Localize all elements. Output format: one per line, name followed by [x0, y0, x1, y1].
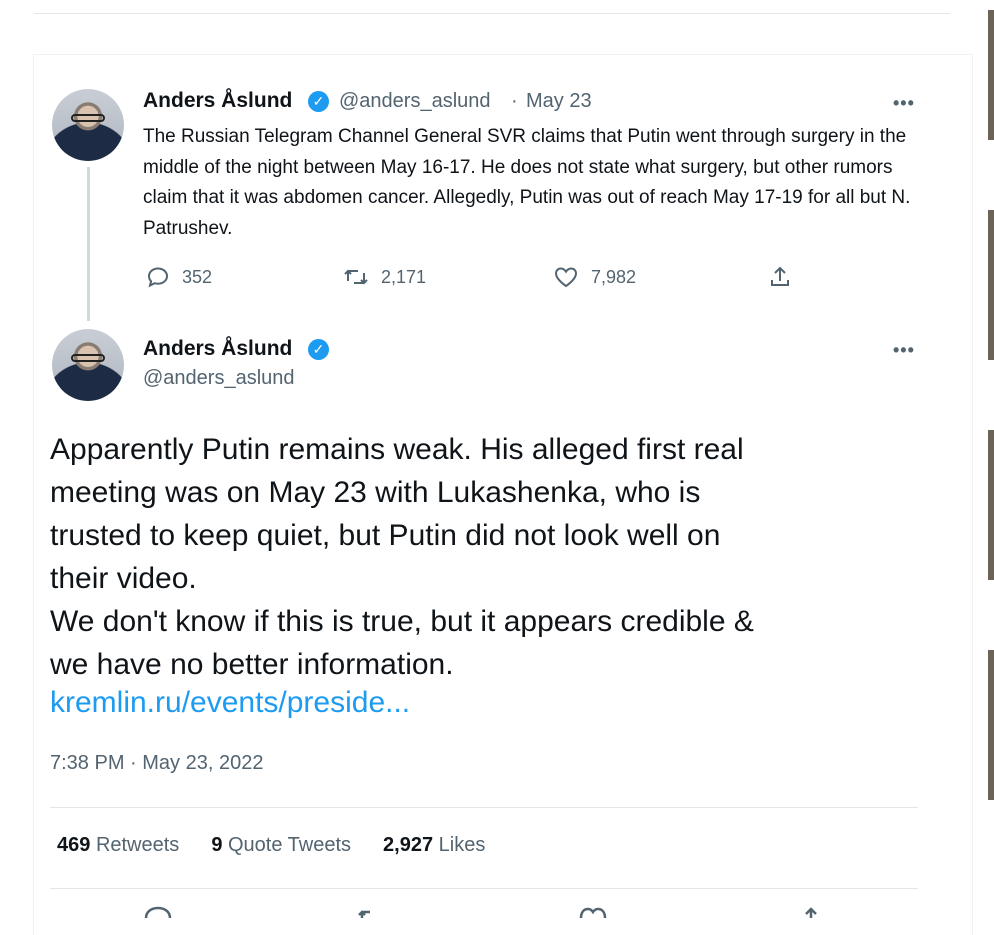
share-icon[interactable] — [798, 906, 824, 918]
top-divider — [34, 13, 950, 14]
quote-tweets-stat[interactable]: 9 Quote Tweets — [211, 834, 351, 857]
avatar[interactable] — [52, 329, 124, 401]
side-thumbnail[interactable] — [988, 10, 994, 140]
reply-button[interactable]: 352 — [146, 264, 212, 290]
more-options-icon[interactable]: ••• — [893, 340, 915, 361]
tweet-timestamp[interactable]: 7:38 PM · May 23, 2022 — [50, 752, 263, 775]
tweet-text-line: We don't know if this is true, but it ap… — [50, 605, 754, 638]
like-button[interactable]: 7,982 — [553, 264, 636, 290]
reply-count: 352 — [182, 266, 213, 287]
divider — [50, 888, 918, 889]
side-thumbnail[interactable] — [988, 210, 994, 360]
more-options-icon[interactable]: ••• — [893, 93, 915, 114]
tweet-text-line: their video. — [50, 562, 197, 595]
tweet-text-line: we have no better information. — [50, 648, 454, 681]
side-thumbnail[interactable] — [988, 650, 994, 800]
share-button[interactable] — [768, 264, 792, 290]
meta-separator: · — [511, 90, 518, 112]
author-name[interactable]: Anders Åslund — [143, 89, 292, 113]
verified-badge-icon: ✓ — [308, 91, 329, 112]
tweet-text: Apparently Putin remains weak. His alleg… — [50, 428, 930, 686]
heart-icon — [553, 265, 579, 289]
author-name[interactable]: Anders Åslund — [143, 337, 292, 361]
like-count: 7,982 — [591, 266, 637, 287]
retweets-stat[interactable]: 469 Retweets — [57, 834, 179, 857]
reply-icon[interactable] — [143, 906, 173, 918]
retweet-icon — [343, 265, 369, 289]
author-handle[interactable]: @anders_aslund — [339, 90, 491, 113]
heart-icon[interactable] — [578, 906, 608, 918]
retweet-count: 2,171 — [381, 266, 427, 287]
tweet-stats: 469 Retweets 9 Quote Tweets 2,927 Likes — [57, 834, 485, 857]
tweet-text-line: trusted to keep quiet, but Putin did not… — [50, 519, 721, 552]
reply-icon — [146, 265, 170, 289]
likes-stat[interactable]: 2,927 Likes — [383, 834, 485, 857]
quoted-tweet-text: The Russian Telegram Channel General SVR… — [143, 126, 911, 239]
thread-line — [87, 167, 90, 321]
tweet-date[interactable]: May 23 — [526, 90, 592, 113]
side-thumbnail[interactable] — [988, 430, 994, 580]
tweet-link[interactable]: kremlin.ru/events/preside... — [50, 686, 410, 720]
divider — [50, 807, 918, 808]
author-handle[interactable]: @anders_aslund — [143, 367, 295, 390]
share-icon — [768, 265, 792, 289]
verified-badge-icon: ✓ — [308, 339, 329, 360]
tweet-text-line: Apparently Putin remains weak. His alleg… — [50, 433, 744, 466]
retweet-button[interactable]: 2,171 — [343, 264, 426, 290]
avatar[interactable] — [52, 89, 124, 161]
retweet-icon[interactable] — [358, 906, 398, 918]
tweet-text-line: meeting was on May 23 with Lukashenka, w… — [50, 476, 701, 509]
